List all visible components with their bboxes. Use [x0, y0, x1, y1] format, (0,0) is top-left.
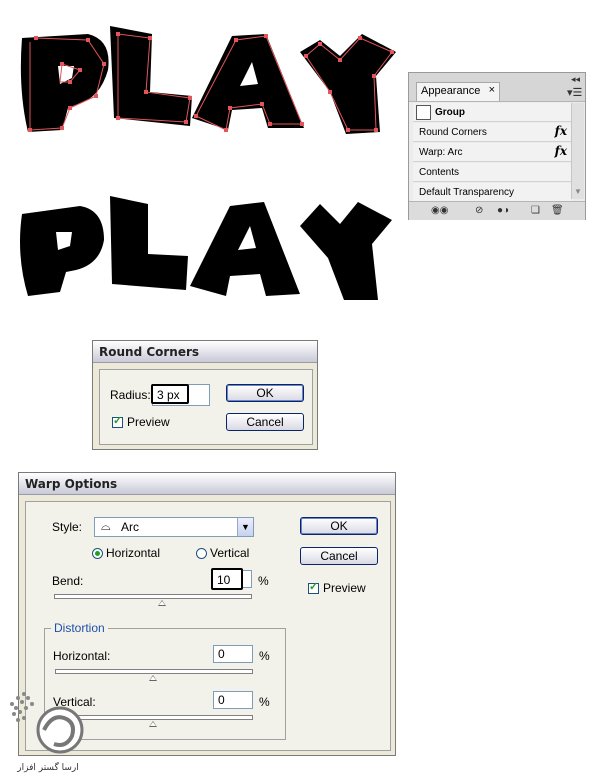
distortion-horizontal-slider[interactable] — [55, 669, 253, 674]
watermark-logo: ارسا گستر افزار — [6, 692, 90, 774]
new-art-icon[interactable]: ◉◉ — [431, 205, 448, 216]
appearance-panel: ◂◂ Appearance × ▾☰ Group Round Corners f… — [408, 72, 586, 220]
bend-field[interactable]: 10 — [211, 568, 243, 590]
distortion-label: Distortion — [51, 621, 108, 635]
distortion-vertical-field[interactable]: 0 — [213, 691, 253, 709]
play-top-shapes — [20, 26, 396, 134]
vertical-label: Vertical — [210, 546, 250, 560]
chevron-down-icon[interactable]: ▼ — [237, 518, 253, 536]
distortion-horizontal-field[interactable]: 0 — [213, 645, 253, 663]
cancel-button[interactable]: Cancel — [300, 547, 378, 565]
percent-label: % — [259, 649, 270, 663]
bend-slider-track[interactable] — [54, 594, 252, 599]
style-select[interactable]: ⌓ Arc ▼ — [94, 517, 254, 537]
watermark-text: ارسا گستر افزار — [16, 761, 78, 773]
round-corners-body: Radius: 3 px OK Cancel Preview — [99, 369, 313, 445]
preview-checkbox[interactable] — [308, 580, 319, 594]
row-label: Group — [435, 107, 465, 118]
dialog-title: Warp Options — [19, 473, 395, 495]
radius-field[interactable]: 3 px — [151, 384, 189, 404]
bend-field-frame: 10 — [211, 568, 252, 590]
bend-label: Bend: — [52, 574, 84, 588]
style-value: Arc — [121, 520, 139, 534]
play-bottom-shapes — [20, 196, 392, 300]
distortion-horizontal-thumb[interactable] — [149, 675, 157, 681]
appearance-row-default-transparency[interactable]: Default Transparency — [413, 183, 571, 202]
distortion-vertical-thumb[interactable] — [149, 721, 157, 727]
ok-button[interactable]: OK — [226, 384, 304, 402]
collapse-icon[interactable]: ◂◂ — [571, 75, 580, 84]
style-label: Style: — [52, 520, 83, 534]
round-corners-dialog: Round Corners Radius: 3 px OK Cancel Pre… — [92, 340, 318, 450]
dialog-title: Round Corners — [93, 341, 317, 363]
row-label: Round Corners — [419, 127, 487, 138]
distortion-horizontal-label: Horizontal: — [53, 649, 111, 663]
bend-unit: % — [258, 574, 269, 588]
appearance-row-group[interactable]: Group — [413, 103, 571, 122]
duplicate-item-icon[interactable]: ❏ — [531, 205, 540, 216]
tab-close-icon[interactable]: × — [489, 84, 495, 96]
row-label: Warp: Arc — [419, 147, 463, 158]
arc-style-icon: ⌓ — [101, 519, 111, 533]
vertical-radio[interactable] — [196, 548, 207, 559]
bend-slider-thumb[interactable] — [158, 600, 166, 606]
panel-menu-icon[interactable]: ▾☰ — [567, 88, 582, 99]
horizontal-radio[interactable] — [92, 548, 103, 559]
preview-checkbox[interactable] — [112, 414, 123, 428]
appearance-tab-bar: ◂◂ Appearance × ▾☰ — [409, 73, 585, 102]
tab-appearance[interactable]: Appearance × — [416, 82, 500, 101]
group-thumbnail-icon — [416, 105, 431, 120]
fx-icon[interactable]: fx — [555, 124, 567, 138]
cancel-button[interactable]: Cancel — [226, 413, 304, 431]
row-label: Default Transparency — [419, 187, 515, 198]
percent-label: % — [259, 695, 270, 709]
tab-appearance-label: Appearance — [421, 85, 481, 97]
trash-icon[interactable]: 🗑 — [551, 205, 564, 216]
clear-appearance-icon[interactable]: ⊘ — [475, 205, 483, 216]
appearance-scrollbar[interactable]: ▼ — [571, 103, 584, 199]
reduce-appearance-icon[interactable]: ●◑ — [497, 205, 509, 216]
appearance-row-warp-arc[interactable]: Warp: Arc fx — [413, 143, 571, 162]
appearance-row-round-corners[interactable]: Round Corners fx — [413, 123, 571, 142]
preview-label: Preview — [323, 581, 366, 595]
preview-label: Preview — [127, 415, 170, 429]
fx-icon[interactable]: fx — [555, 144, 567, 158]
horizontal-label: Horizontal — [106, 546, 161, 560]
radius-field-frame: 3 px — [151, 384, 210, 406]
dotted-pattern-icon — [10, 692, 34, 722]
appearance-row-contents[interactable]: Contents — [413, 163, 571, 182]
scroll-down-icon[interactable]: ▼ — [574, 187, 582, 196]
row-label: Contents — [419, 167, 460, 178]
radius-label: Radius: — [110, 388, 151, 402]
appearance-toolbar: ◉◉ ⊘ ●◑ ❏ 🗑 — [409, 201, 585, 220]
ok-button[interactable]: OK — [300, 517, 378, 535]
